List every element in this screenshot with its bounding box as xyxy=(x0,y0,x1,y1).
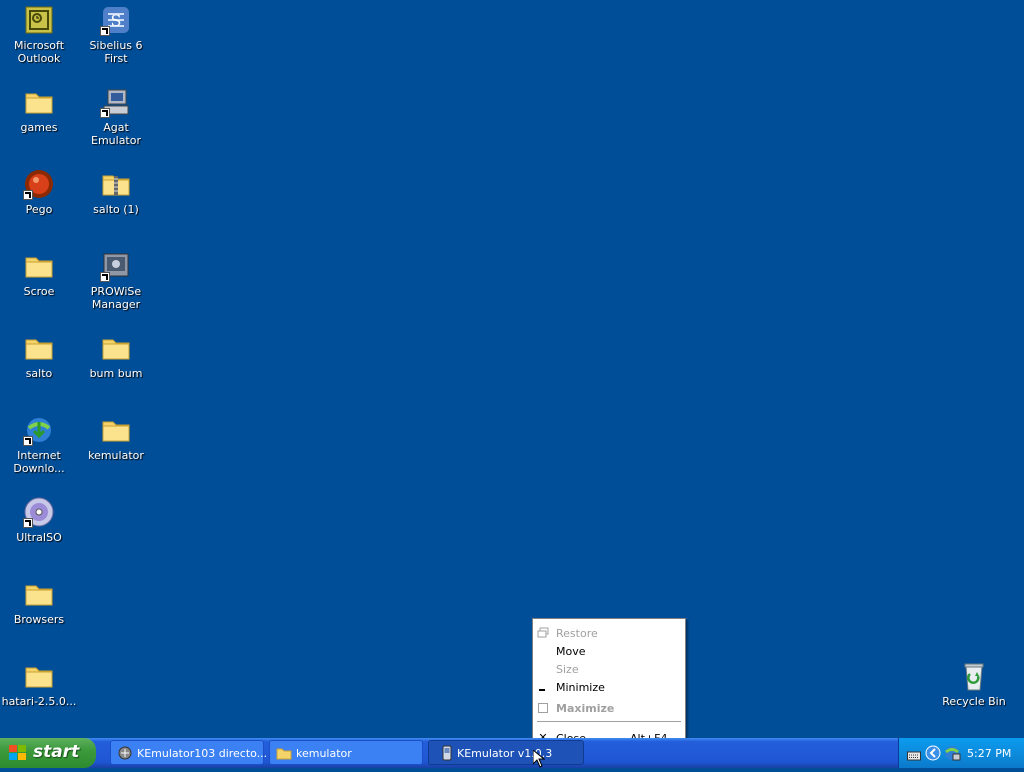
minimize-icon xyxy=(537,681,549,693)
icon-label: bum bum xyxy=(89,367,143,380)
icon-label: Agat Emulator xyxy=(91,121,141,147)
menu-label: Restore xyxy=(556,627,598,640)
icon-label: Browsers xyxy=(13,613,65,626)
icon-label: hatari-2.5.0... xyxy=(1,695,77,708)
shortcut-arrow-icon xyxy=(100,108,110,118)
desktop-icon-agat-emulator[interactable]: Agat Emulator xyxy=(77,86,155,147)
folder-icon xyxy=(23,660,55,692)
shortcut-arrow-icon xyxy=(23,436,33,446)
svg-text:S: S xyxy=(111,11,122,30)
shortcut-arrow-icon xyxy=(100,272,110,282)
desktop-icon-prowise-manager[interactable]: PROWiSe Manager xyxy=(77,250,155,311)
icon-label: kemulator xyxy=(88,449,144,462)
phone-icon xyxy=(439,745,455,761)
outlook-icon xyxy=(23,4,55,36)
menu-item-maximize[interactable]: Maximize xyxy=(533,699,685,717)
folder-icon xyxy=(100,332,132,364)
recycle-bin-icon xyxy=(958,660,990,692)
folder-icon xyxy=(23,332,55,364)
restore-icon xyxy=(537,627,549,639)
clock[interactable]: 5:27 PM xyxy=(967,747,1011,760)
icon-label: Sibelius 6 First xyxy=(89,39,143,65)
desktop-icon-internet-download[interactable]: Internet Downlo... xyxy=(0,414,78,475)
taskbar-button-kemulator-window[interactable]: KEmulator v1.0.3 xyxy=(428,740,584,765)
windows-logo-icon xyxy=(9,745,27,761)
shortcut-arrow-icon xyxy=(23,190,33,200)
menu-item-move[interactable]: Move xyxy=(533,642,685,660)
kemulator-app-icon xyxy=(117,745,133,761)
menu-label: Minimize xyxy=(556,681,605,694)
computer-icon xyxy=(100,86,132,118)
desktop-icon-recycle-bin[interactable]: Recycle Bin xyxy=(935,660,1013,708)
menu-label: Size xyxy=(556,663,579,676)
folder-icon xyxy=(100,414,132,446)
desktop-icon-browsers[interactable]: Browsers xyxy=(0,578,78,626)
menu-item-size[interactable]: Size xyxy=(533,660,685,678)
menu-item-minimize[interactable]: Minimize xyxy=(533,678,685,696)
desktop-icon-bum-bum[interactable]: bum bum xyxy=(77,332,155,380)
desktop-icon-microsoft-outlook[interactable]: Microsoft Outlook xyxy=(0,4,78,65)
show-hidden-icons-button[interactable] xyxy=(925,745,941,765)
desktop-icon-pego[interactable]: Pego xyxy=(0,168,78,216)
shortcut-arrow-icon xyxy=(23,518,33,528)
desktop-icon-kemulator[interactable]: kemulator xyxy=(77,414,155,462)
icon-label: Pego xyxy=(25,203,53,216)
folder-icon xyxy=(23,250,55,282)
icon-label: salto xyxy=(25,367,53,380)
internet-download-icon xyxy=(23,414,55,446)
maximize-icon xyxy=(537,702,549,714)
icon-label: UltraISO xyxy=(16,531,62,544)
icon-label: salto (1) xyxy=(93,203,139,216)
pego-icon xyxy=(23,168,55,200)
window-context-menu: Restore Move Size Minimize Maximize ✕ Cl… xyxy=(532,618,686,750)
icon-label: Microsoft Outlook xyxy=(13,39,65,65)
icon-label: Internet Downlo... xyxy=(13,449,65,475)
mouse-cursor-icon xyxy=(532,748,546,772)
desktop-icon-hatari[interactable]: hatari-2.5.0... xyxy=(0,660,78,708)
taskbar: start KEmulator103 directo... kemulator … xyxy=(0,738,1024,768)
shortcut-arrow-icon xyxy=(100,26,110,36)
keyboard-icon[interactable] xyxy=(907,747,921,766)
sibelius-icon: S xyxy=(100,4,132,36)
disc-icon xyxy=(23,496,55,528)
folder-icon xyxy=(276,745,292,761)
prowise-icon xyxy=(100,250,132,282)
taskbar-button-label: KEmulator103 directo... xyxy=(137,747,268,760)
desktop-icon-games[interactable]: games xyxy=(0,86,78,134)
desktop-icon-sibelius[interactable]: S Sibelius 6 First xyxy=(77,4,155,65)
menu-label: Maximize xyxy=(556,702,615,715)
taskbar-button-label: kemulator xyxy=(296,747,352,760)
desktop-icon-ultraiso[interactable]: UltraISO xyxy=(0,496,78,544)
icon-label: games xyxy=(20,121,58,134)
start-button[interactable]: start xyxy=(0,738,96,768)
folder-icon xyxy=(23,86,55,118)
folder-icon xyxy=(23,578,55,610)
system-tray: 5:27 PM xyxy=(898,738,1024,768)
menu-item-restore[interactable]: Restore xyxy=(533,624,685,642)
desktop-icon-salto-1[interactable]: salto (1) xyxy=(77,168,155,216)
menu-label: Move xyxy=(556,645,586,658)
icon-label: Scroe xyxy=(23,285,55,298)
start-label: start xyxy=(33,742,80,762)
taskbar-button-kemulator-directory[interactable]: KEmulator103 directo... xyxy=(110,740,268,765)
icon-label: PROWiSe Manager xyxy=(90,285,142,311)
menu-separator xyxy=(537,721,681,722)
network-icon[interactable] xyxy=(943,744,961,766)
desktop: Microsoft Outlook games Pego Scroe salto… xyxy=(0,0,1024,738)
icon-label: Recycle Bin xyxy=(942,695,1006,708)
desktop-icon-salto[interactable]: salto xyxy=(0,332,78,380)
taskbar-button-kemulator-folder[interactable]: kemulator xyxy=(269,740,423,765)
desktop-icon-scroe[interactable]: Scroe xyxy=(0,250,78,298)
zip-folder-icon xyxy=(100,168,132,200)
